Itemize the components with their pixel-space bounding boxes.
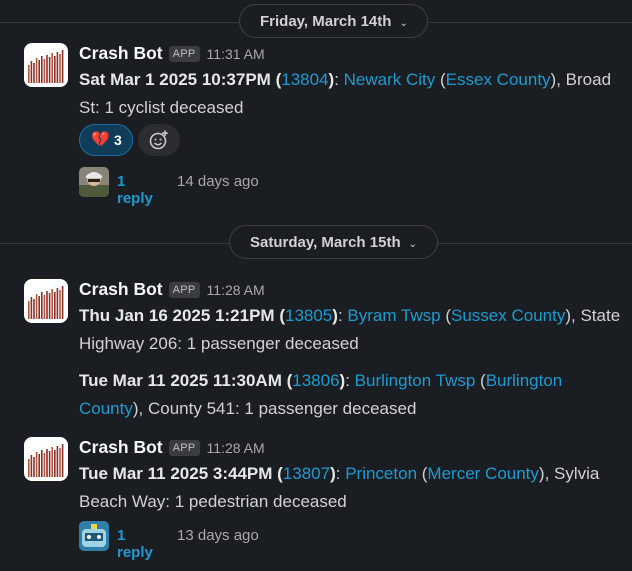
- add-reaction-button[interactable]: [138, 124, 180, 156]
- reaction-broken-heart[interactable]: 💔 3: [79, 124, 133, 156]
- reply-count-link[interactable]: 1 reply: [117, 527, 153, 561]
- crash-id-link[interactable]: 13806: [292, 371, 339, 390]
- chart-logo-icon: [28, 286, 64, 319]
- replier-avatar: [79, 167, 109, 197]
- add-emoji-icon: [148, 129, 170, 156]
- app-badge: APP: [168, 440, 200, 456]
- chevron-down-icon: ⌄: [408, 239, 417, 250]
- message-text: Sat Mar 1 2025 10:37PM (13804): Newark C…: [79, 70, 612, 117]
- date-divider: Friday, March 14th ⌄: [0, 4, 632, 40]
- sender-name[interactable]: Crash Bot: [79, 43, 163, 63]
- crash-id-link[interactable]: 13805: [285, 306, 332, 325]
- app-badge: APP: [168, 282, 200, 298]
- chart-logo-icon: [28, 50, 64, 83]
- crash-date: Thu Jan 16 2025 1:21PM: [79, 306, 275, 325]
- last-reply-time: 13 days ago: [177, 527, 259, 544]
- county-link[interactable]: Essex County: [446, 70, 551, 89]
- chart-logo-icon: [28, 444, 64, 477]
- bot-avatar[interactable]: [24, 437, 68, 481]
- timestamp[interactable]: 11:31 AM: [207, 46, 265, 62]
- reaction-count: 3: [114, 132, 122, 148]
- crash-date: Sat Mar 1 2025 10:37PM: [79, 70, 271, 89]
- crash-id-link[interactable]: 13804: [281, 70, 328, 89]
- crash-date: Tue Mar 11 2025 11:30AM: [79, 371, 282, 390]
- sender-name[interactable]: Crash Bot: [79, 437, 163, 457]
- app-badge: APP: [168, 46, 200, 62]
- county-link[interactable]: Sussex County: [451, 306, 565, 325]
- timestamp[interactable]: 11:28 AM: [207, 440, 265, 456]
- date-label: Saturday, March 15th: [250, 234, 401, 251]
- crash-date: Tue Mar 11 2025 3:44PM: [79, 464, 273, 483]
- message-text: Thu Jan 16 2025 1:21PM (13805): Byram Tw…: [79, 306, 621, 353]
- crash-id-link[interactable]: 13807: [283, 464, 330, 483]
- sender-name[interactable]: Crash Bot: [79, 279, 163, 299]
- replier-avatar: [79, 521, 109, 551]
- crash-detail: , County 541: 1 passenger deceased: [138, 398, 417, 418]
- message-text: Tue Mar 11 2025 3:44PM (13807): Princeto…: [79, 464, 600, 511]
- broken-heart-icon: 💔: [91, 131, 110, 148]
- bot-avatar[interactable]: [24, 279, 68, 323]
- reply-count-link[interactable]: 1 reply: [117, 173, 153, 207]
- municipality-link[interactable]: Newark City: [344, 70, 436, 89]
- municipality-link[interactable]: Byram Twsp: [347, 306, 440, 325]
- timestamp[interactable]: 11:28 AM: [207, 282, 265, 298]
- last-reply-time: 14 days ago: [177, 173, 259, 190]
- chevron-down-icon: ⌄: [399, 18, 408, 29]
- date-label: Friday, March 14th: [260, 13, 392, 30]
- county-link[interactable]: Mercer County: [427, 464, 538, 483]
- date-jump-button[interactable]: Saturday, March 15th ⌄: [229, 225, 438, 259]
- municipality-link[interactable]: Princeton: [345, 464, 417, 483]
- date-jump-button[interactable]: Friday, March 14th ⌄: [239, 4, 428, 38]
- date-divider: Saturday, March 15th ⌄: [0, 225, 632, 261]
- bot-avatar[interactable]: [24, 43, 68, 87]
- message-text: Tue Mar 11 2025 11:30AM (13806): Burling…: [79, 371, 563, 418]
- municipality-link[interactable]: Burlington Twsp: [355, 371, 476, 390]
